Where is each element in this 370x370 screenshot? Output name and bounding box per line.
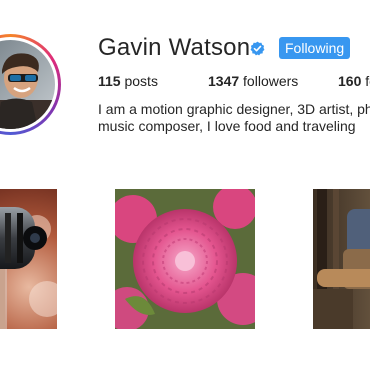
stat-posts[interactable]: 115 posts [98,72,158,90]
following-button[interactable]: Following [279,37,351,59]
posts-count: 115 [98,73,121,89]
post-thumbnail-dahlia[interactable] [115,189,255,329]
followers-count: 1347 [208,73,240,89]
stat-following[interactable]: 160 following [338,72,370,90]
story-ring[interactable] [0,34,61,135]
profile-bio: I am a motion graphic designer, 3D artis… [98,101,370,135]
post-thumbnail-camera[interactable] [0,189,57,329]
followers-label: followers [239,73,299,89]
stat-followers[interactable]: 1347 followers [208,72,298,90]
avatar[interactable] [0,40,55,129]
username: Gavin Watson [98,34,251,61]
profile-page: Gavin Watson Following 115 posts 1347 fo… [0,0,370,370]
verified-badge-icon [250,41,265,56]
following-count: 160 [338,73,362,89]
profile-stats: 115 posts 1347 followers 160 following [98,72,370,90]
posts-label: posts [120,73,158,89]
following-label: following [365,73,370,89]
bio-line: music composer, I love food and travelin… [98,118,356,134]
bio-line: I am a motion graphic designer, 3D artis… [98,101,370,117]
post-thumbnail-forest[interactable] [313,189,370,329]
